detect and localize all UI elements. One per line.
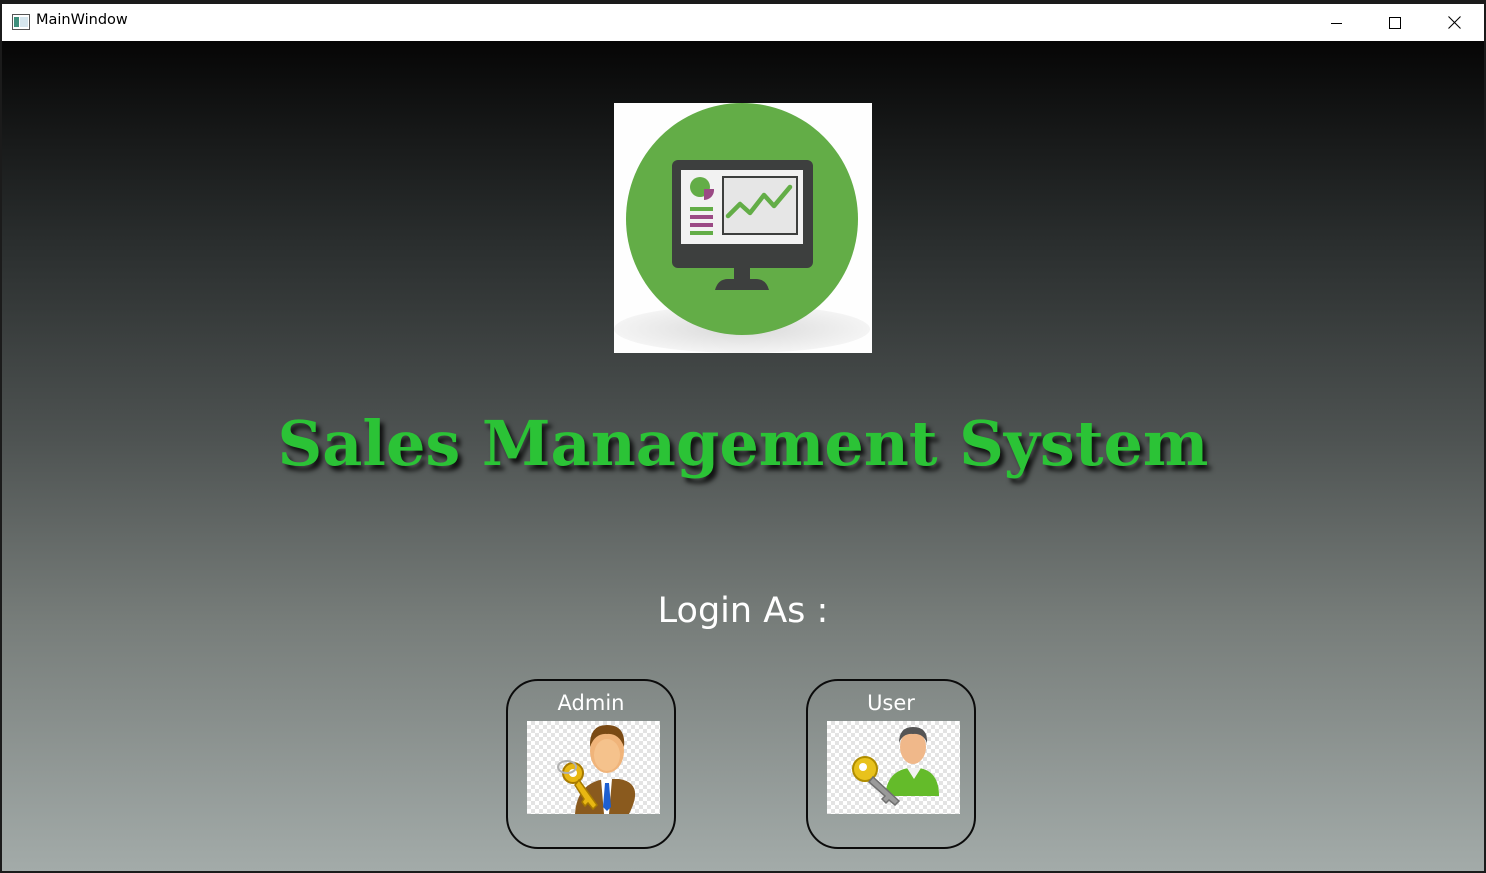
maximize-icon: [1389, 16, 1401, 29]
maximize-button[interactable]: [1366, 4, 1424, 41]
main-window: MainWindow Sales Management System Login…: [2, 4, 1484, 871]
close-button[interactable]: [1425, 4, 1483, 41]
minimize-icon: [1331, 22, 1342, 24]
user-login-button[interactable]: User: [806, 679, 976, 849]
user-key-icon: [852, 727, 939, 807]
admin-key-user-icon: [557, 725, 636, 814]
title-bar[interactable]: MainWindow: [2, 4, 1484, 41]
admin-login-button[interactable]: Admin: [506, 679, 676, 849]
admin-button-label: Admin: [557, 691, 625, 715]
app-logo: [614, 103, 872, 353]
user-image: [827, 721, 960, 814]
sales-dashboard-monitor-logo: [614, 103, 870, 353]
user-button-label: User: [867, 691, 915, 715]
main-content: Sales Management System Login As : Admin: [2, 41, 1484, 871]
app-title: Sales Management System: [277, 407, 1209, 480]
login-as-label: Login As :: [657, 591, 829, 631]
window-title: MainWindow: [36, 12, 128, 28]
close-icon: [1447, 16, 1461, 29]
minimize-button[interactable]: [1308, 4, 1366, 41]
app-window-icon: [12, 14, 30, 30]
admin-image: [527, 721, 660, 814]
